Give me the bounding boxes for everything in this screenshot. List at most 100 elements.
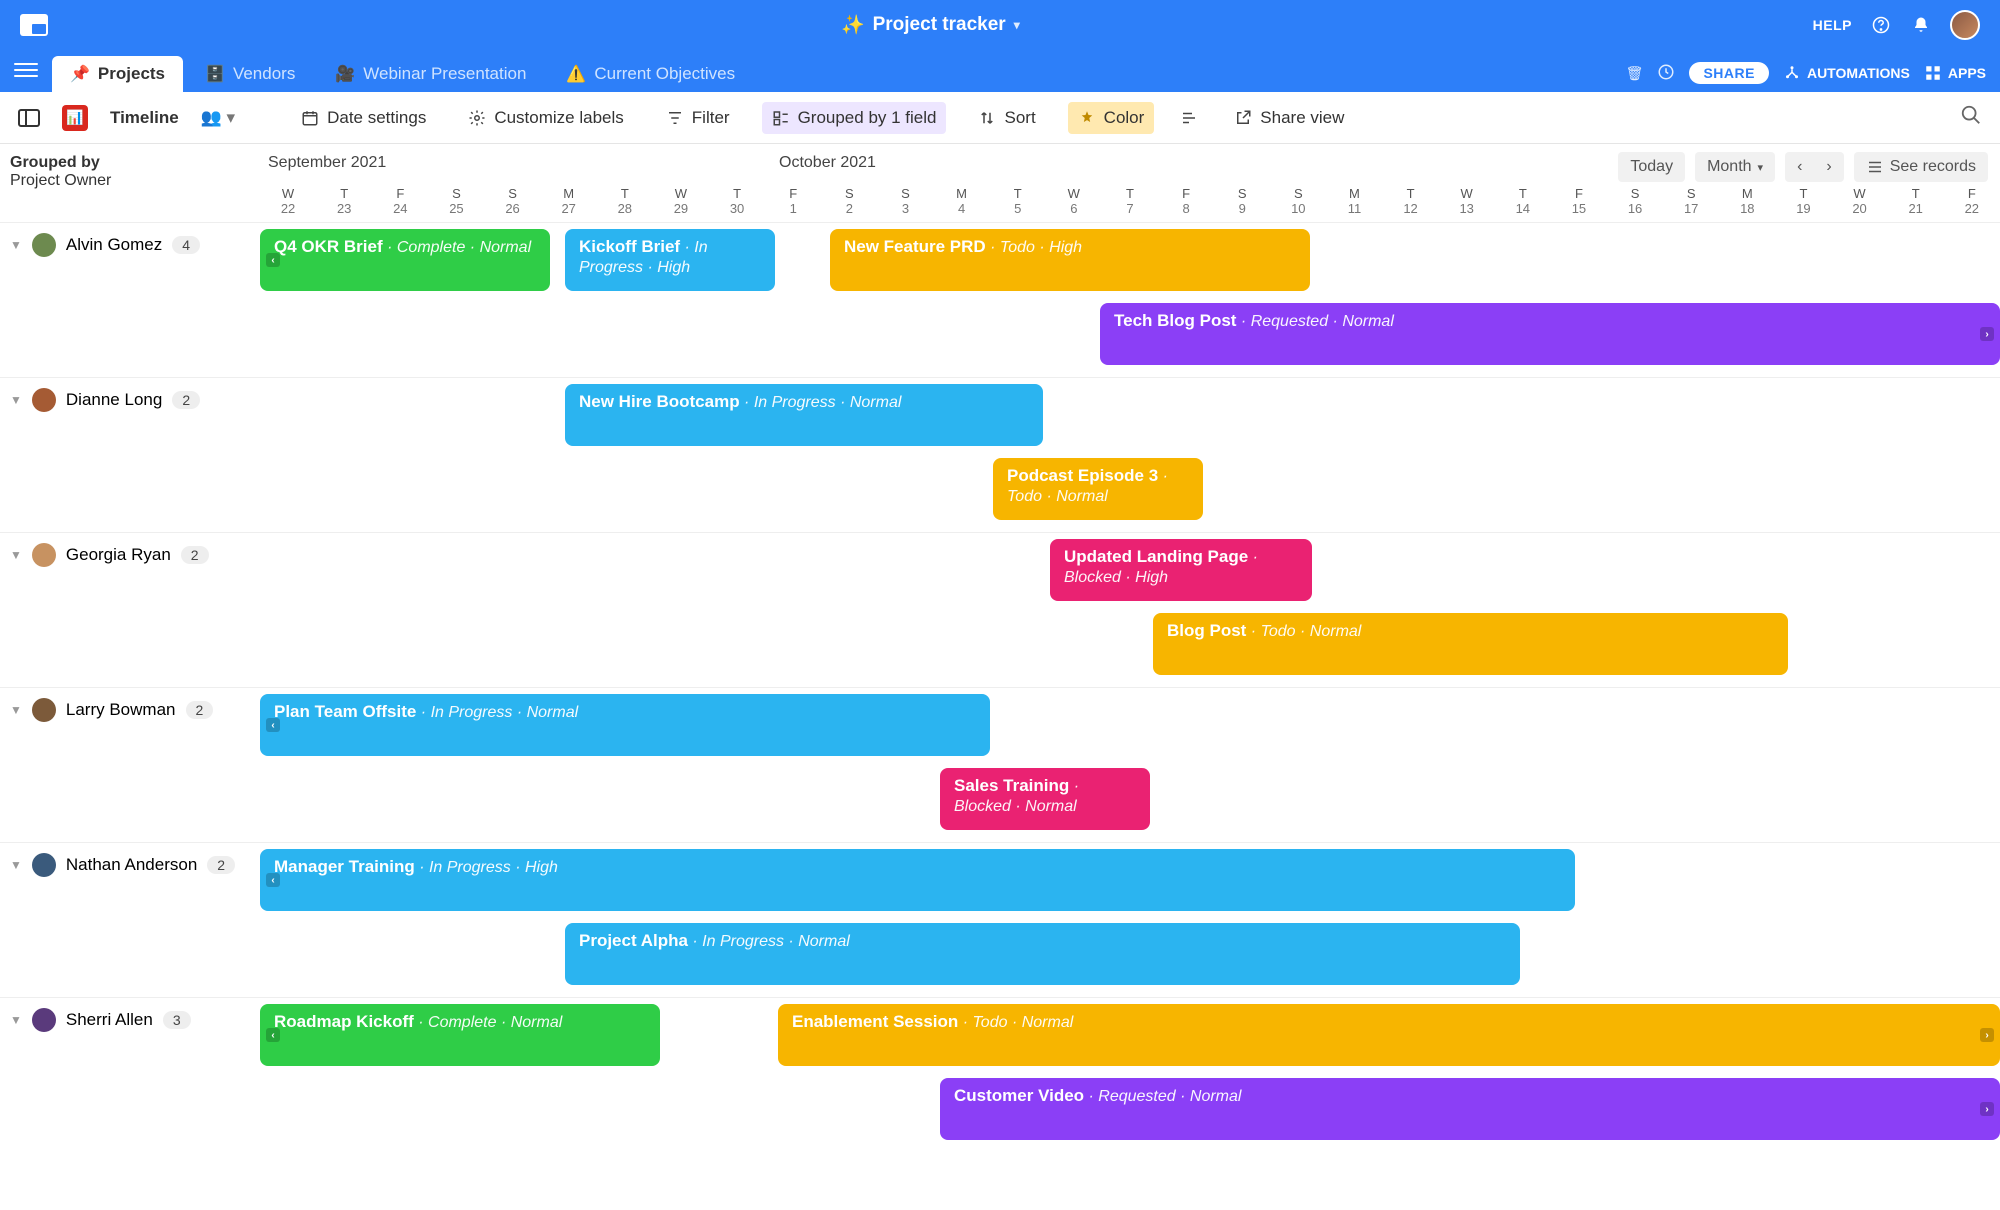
day-column: T19 <box>1775 186 1831 222</box>
timeline-bar[interactable]: ‹Roadmap Kickoff · Complete · Normal <box>260 1004 660 1066</box>
owner-header[interactable]: ▼Nathan Anderson2 <box>0 843 260 887</box>
timeline-bar[interactable]: Enablement Session · Todo · Normal› <box>778 1004 2000 1066</box>
view-name[interactable]: Timeline <box>110 108 179 128</box>
tabs-row: 📌Projects🗄️Vendors🎥Webinar Presentation⚠… <box>0 50 2000 92</box>
grouped-by-button[interactable]: Grouped by 1 field <box>762 102 947 134</box>
owner-avatar <box>32 233 56 257</box>
row-height-button[interactable] <box>1176 103 1202 133</box>
timeline-bar[interactable]: Sales Training · Blocked · Normal <box>940 768 1150 830</box>
collapse-icon[interactable]: ▼ <box>10 703 22 717</box>
scale-selector[interactable]: Month▾ <box>1695 152 1775 182</box>
day-column: W6 <box>1046 186 1102 222</box>
day-column: T23 <box>316 186 372 222</box>
timeline-bar[interactable]: Customer Video · Requested · Normal› <box>940 1078 2000 1140</box>
history-icon[interactable] <box>1657 63 1675 84</box>
bar-title: Roadmap Kickoff <box>274 1012 414 1031</box>
sidebar-toggle-icon[interactable] <box>18 109 40 127</box>
collapse-icon[interactable]: ▼ <box>10 548 22 562</box>
help-link[interactable]: HELP <box>1813 17 1852 33</box>
timeline-bar[interactable]: Project Alpha · In Progress · Normal <box>565 923 1520 985</box>
owner-avatar <box>32 388 56 412</box>
day-column: S25 <box>428 186 484 222</box>
bar-title: Podcast Episode 3 <box>1007 466 1158 485</box>
timeline-bar[interactable]: Blog Post · Todo · Normal <box>1153 613 1788 675</box>
automations-button[interactable]: AUTOMATIONS <box>1783 64 1910 82</box>
trash-icon[interactable]: 🗑 <box>1626 65 1644 82</box>
timeline-bar[interactable]: Kickoff Brief · In Progress · High <box>565 229 775 291</box>
sort-button[interactable]: Sort <box>968 102 1045 134</box>
owner-header[interactable]: ▼Sherri Allen3 <box>0 998 260 1042</box>
timeline-bar[interactable]: ‹Q4 OKR Brief · Complete · Normal <box>260 229 550 291</box>
continues-left-icon: ‹ <box>266 253 280 267</box>
grouped-by-panel: Grouped by Project Owner <box>0 144 260 222</box>
owner-avatar <box>32 853 56 877</box>
tab-webinar-presentation[interactable]: 🎥Webinar Presentation <box>317 56 544 92</box>
bell-icon[interactable] <box>1910 14 1932 36</box>
bar-title: Blog Post <box>1167 621 1246 640</box>
bar-status: · Requested <box>1236 313 1328 330</box>
timeline-bar[interactable]: ‹Manager Training · In Progress · High <box>260 849 1575 911</box>
owner-header[interactable]: ▼Larry Bowman2 <box>0 688 260 732</box>
page-title[interactable]: ✨ Project tracker ▾ <box>48 13 1813 37</box>
timeline-bar[interactable]: New Hire Bootcamp · In Progress · Normal <box>565 384 1043 446</box>
tab-current-objectives[interactable]: ⚠️Current Objectives <box>548 56 753 92</box>
timeline-lane: ‹Manager Training · In Progress · High Pr… <box>260 842 2000 997</box>
share-view-button[interactable]: Share view <box>1224 102 1354 134</box>
bar-priority: · Normal <box>1328 313 1394 330</box>
tab-projects[interactable]: 📌Projects <box>52 56 183 92</box>
prev-button[interactable]: ‹ <box>1785 152 1814 182</box>
collapse-icon[interactable]: ▼ <box>10 393 22 407</box>
dropdown-caret-icon[interactable]: ▾ <box>1014 18 1020 32</box>
timeline-bar[interactable]: Tech Blog Post · Requested · Normal› <box>1100 303 2000 365</box>
day-column: T7 <box>1102 186 1158 222</box>
automations-label: AUTOMATIONS <box>1807 65 1910 81</box>
bar-title: Manager Training <box>274 857 415 876</box>
owner-header[interactable]: ▼Dianne Long2 <box>0 378 260 422</box>
timeline-bar[interactable]: Podcast Episode 3 · Todo · Normal <box>993 458 1203 520</box>
day-column: T30 <box>709 186 765 222</box>
day-column: W22 <box>260 186 316 222</box>
date-settings-button[interactable]: Date settings <box>291 102 436 134</box>
collapse-icon[interactable]: ▼ <box>10 858 22 872</box>
collapse-icon[interactable]: ▼ <box>10 1013 22 1027</box>
timeline-bar[interactable]: New Feature PRD · Todo · High <box>830 229 1310 291</box>
share-button[interactable]: SHARE <box>1689 62 1769 84</box>
bar-title: Customer Video <box>954 1086 1084 1105</box>
customize-labels-button[interactable]: Customize labels <box>458 102 633 134</box>
timeline-bar[interactable]: Updated Landing Page · Blocked · High <box>1050 539 1312 601</box>
apps-button[interactable]: APPS <box>1924 64 1986 82</box>
day-column: T5 <box>990 186 1046 222</box>
collaborators-icon[interactable]: 👥 ▾ <box>201 108 235 128</box>
bar-priority: · Normal <box>1008 1014 1074 1031</box>
see-records-label: See records <box>1890 158 1976 176</box>
owner-header[interactable]: ▼Alvin Gomez4 <box>0 223 260 267</box>
owner-header[interactable]: ▼Georgia Ryan2 <box>0 533 260 577</box>
search-icon[interactable] <box>1960 109 1982 131</box>
menu-icon[interactable] <box>14 58 38 82</box>
bar-priority: · Normal <box>836 394 902 411</box>
date-nav: ‹ › <box>1785 152 1844 182</box>
filter-button[interactable]: Filter <box>656 102 740 134</box>
bar-status: · Complete <box>414 1014 497 1031</box>
grouped-by-title: Grouped by <box>10 154 250 172</box>
user-avatar[interactable] <box>1950 10 1980 40</box>
timeline-bar[interactable]: ‹Plan Team Offsite · In Progress · Norma… <box>260 694 990 756</box>
bar-status: · In Progress <box>415 859 511 876</box>
month-label: October 2021 <box>779 154 876 172</box>
bar-status: · Requested <box>1084 1088 1176 1105</box>
color-button[interactable]: Color <box>1068 102 1155 134</box>
bar-priority: · Normal <box>1042 488 1108 505</box>
tab-label: Projects <box>98 64 165 84</box>
day-column: S16 <box>1607 186 1663 222</box>
collapse-icon[interactable]: ▼ <box>10 238 22 252</box>
help-icon[interactable] <box>1870 14 1892 36</box>
today-button[interactable]: Today <box>1618 152 1685 182</box>
next-button[interactable]: › <box>1814 152 1843 182</box>
see-records-button[interactable]: See records <box>1854 152 1988 182</box>
tab-vendors[interactable]: 🗄️Vendors <box>187 56 313 92</box>
app-logo[interactable] <box>20 14 48 36</box>
day-column: S10 <box>1270 186 1326 222</box>
timeline-icon: 📊 <box>62 105 88 131</box>
bar-priority: · High <box>511 859 558 876</box>
day-column: F24 <box>372 186 428 222</box>
